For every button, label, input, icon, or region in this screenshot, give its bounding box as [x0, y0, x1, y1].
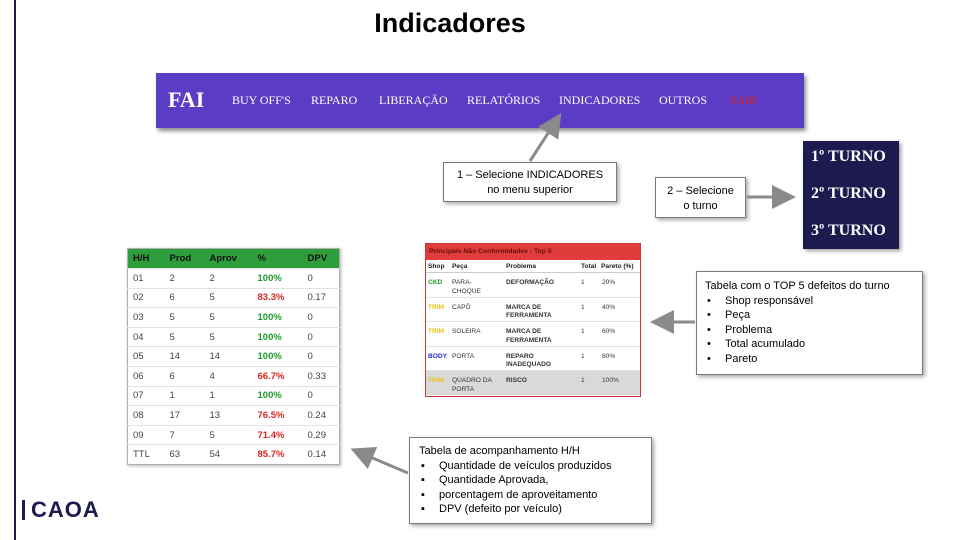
arrow-to-hh	[350, 446, 409, 475]
callout-arrows	[350, 112, 796, 475]
arrow-to-indicadores	[528, 112, 562, 162]
